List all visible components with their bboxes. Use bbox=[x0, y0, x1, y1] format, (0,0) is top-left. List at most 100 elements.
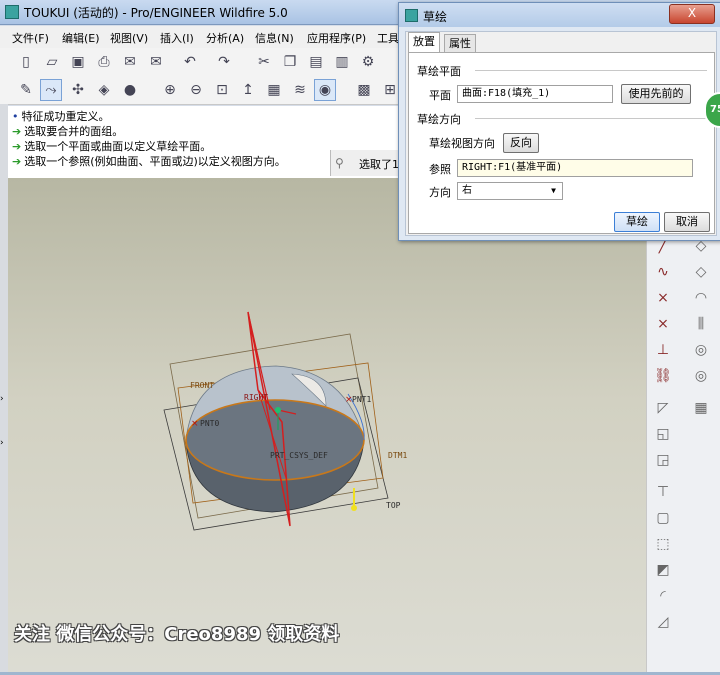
filter-icon: ⚲ bbox=[335, 156, 344, 170]
reference-field[interactable]: RIGHT:F1(基准平面) bbox=[457, 159, 693, 177]
expand-arrow-icon-2[interactable]: › bbox=[0, 438, 4, 448]
message-line: ➔ 选取一个参照(例如曲面、平面或边)以定义视图方向。 bbox=[12, 153, 286, 169]
regenerate-icon[interactable]: ⚙ bbox=[358, 52, 378, 72]
rib-icon[interactable]: ⊤ bbox=[653, 484, 673, 500]
cancel-button[interactable]: 取消 bbox=[664, 212, 710, 232]
shell-icon[interactable]: ▢ bbox=[653, 510, 673, 526]
label-pnt0: PNT0 bbox=[200, 419, 219, 428]
draft-icon[interactable]: ◸ bbox=[653, 400, 673, 416]
redo-icon[interactable]: ↷ bbox=[214, 52, 234, 72]
dialog-body: 放置 属性 草绘平面 平面 曲面:F18(填充_1) 使用先前的 草绘方向 草绘… bbox=[405, 31, 717, 236]
undo-icon[interactable]: ↶ bbox=[180, 52, 200, 72]
sketch-tool-icon[interactable]: ✎ bbox=[16, 80, 36, 100]
csys-tool-icon[interactable]: ⊥ bbox=[653, 342, 673, 358]
layers-icon[interactable]: ≋ bbox=[290, 80, 310, 100]
flip-button[interactable]: 反向 bbox=[503, 133, 539, 153]
zoom-out-icon[interactable]: ⊖ bbox=[186, 80, 206, 100]
divider bbox=[475, 118, 707, 119]
info-dot-icon: • bbox=[12, 110, 19, 123]
paste-special-icon[interactable]: ▥ bbox=[332, 52, 352, 72]
message-line: • 特征成功重定义。 bbox=[12, 108, 110, 124]
orientation-label: 方向 bbox=[429, 186, 451, 199]
saved-views-icon[interactable]: ▦ bbox=[264, 80, 284, 100]
datum-curve-icon[interactable]: ◇ bbox=[691, 264, 711, 280]
grid-icon[interactable]: ▦ bbox=[691, 400, 711, 416]
orientation-select[interactable]: 右 ▼ bbox=[457, 182, 563, 200]
orientation-value: 右 bbox=[462, 185, 472, 196]
spin-center-icon[interactable]: ✣ bbox=[68, 80, 88, 100]
menu-applications[interactable]: 应用程序(P) bbox=[307, 30, 366, 46]
label-top: TOP bbox=[386, 501, 401, 510]
selection-filter-icon[interactable]: ⤳ bbox=[40, 79, 62, 101]
blend-icon[interactable]: ◿ bbox=[653, 614, 673, 630]
round-icon[interactable]: ◱ bbox=[653, 426, 673, 442]
dialog-title-bar[interactable]: 草绘 X bbox=[399, 3, 720, 27]
menu-view[interactable]: 视图(V) bbox=[110, 30, 148, 46]
selected-count: 选取了1 bbox=[359, 158, 399, 171]
shading-icon[interactable]: ● bbox=[120, 80, 140, 100]
datum-display-icon[interactable]: ⊞ bbox=[380, 80, 400, 100]
message-text: 选取要合并的面组。 bbox=[24, 125, 124, 138]
rotate-plane-icon[interactable]: ◠ bbox=[691, 290, 711, 306]
graphics-viewport[interactable]: × × FRONT RIGHT PNT1 PNT0 PRT_CSYS_DEF D… bbox=[8, 178, 646, 672]
save-icon[interactable]: ▣ bbox=[68, 52, 88, 72]
group-icon[interactable]: ◎ bbox=[691, 368, 711, 384]
new-icon[interactable]: ▯ bbox=[16, 52, 36, 72]
plane-label: 平面 bbox=[429, 89, 451, 102]
view-direction-label: 草绘视图方向 bbox=[429, 137, 495, 150]
menu-insert[interactable]: 插入(I) bbox=[160, 30, 194, 46]
sweep-icon[interactable]: ◜ bbox=[653, 588, 673, 604]
open-icon[interactable]: ▱ bbox=[42, 52, 62, 72]
mail-attach-icon[interactable]: ✉ bbox=[146, 52, 166, 72]
label-csys: PRT_CSYS_DEF bbox=[270, 451, 328, 460]
menu-info[interactable]: 信息(N) bbox=[255, 30, 294, 46]
chamfer-icon[interactable]: ◲ bbox=[653, 452, 673, 468]
offset-point-icon[interactable]: ⨯ bbox=[653, 316, 673, 332]
tab-placement[interactable]: 放置 bbox=[408, 32, 440, 53]
menu-file[interactable]: 文件(F) bbox=[12, 30, 49, 46]
point-tool-icon[interactable]: × bbox=[653, 290, 673, 306]
reorient-icon[interactable]: ↥ bbox=[238, 80, 258, 100]
pattern-icon[interactable]: ◎ bbox=[691, 342, 711, 358]
close-button[interactable]: X bbox=[669, 4, 715, 24]
display-style-icon[interactable]: ◉ bbox=[314, 79, 336, 101]
menu-edit[interactable]: 编辑(E) bbox=[62, 30, 100, 46]
tab-properties[interactable]: 属性 bbox=[444, 34, 476, 53]
print-icon[interactable]: ⎙ bbox=[94, 52, 114, 72]
svg-text:×: × bbox=[191, 419, 199, 429]
extrude-icon[interactable]: ⬚ bbox=[653, 536, 673, 552]
plane-field[interactable]: 曲面:F18(填充_1) bbox=[457, 85, 613, 103]
email-icon[interactable]: ✉ bbox=[120, 52, 140, 72]
copy-icon[interactable]: ❐ bbox=[280, 52, 300, 72]
refit-icon[interactable]: ⊡ bbox=[212, 80, 232, 100]
label-front: FRONT bbox=[190, 381, 214, 390]
model-tree-icon[interactable]: ▩ bbox=[354, 80, 374, 100]
curve-tool-icon[interactable]: ∿ bbox=[653, 264, 673, 280]
chain-tool-icon[interactable]: ⛓ bbox=[653, 368, 673, 384]
sketch-ok-button[interactable]: 草绘 bbox=[614, 212, 660, 232]
zoom-in-icon[interactable]: ⊕ bbox=[160, 80, 180, 100]
menu-analysis[interactable]: 分析(A) bbox=[206, 30, 244, 46]
label-pnt1: PNT1 bbox=[352, 395, 371, 404]
orient-icon[interactable]: ◈ bbox=[94, 80, 114, 100]
model-geometry[interactable]: × × FRONT RIGHT PNT1 PNT0 PRT_CSYS_DEF D… bbox=[8, 178, 646, 672]
revolve-icon[interactable]: ◩ bbox=[653, 562, 673, 578]
placement-panel: 草绘平面 平面 曲面:F18(填充_1) 使用先前的 草绘方向 草绘视图方向 反… bbox=[408, 52, 715, 234]
cut-icon[interactable]: ✂ bbox=[254, 52, 274, 72]
section-orientation: 草绘方向 bbox=[417, 113, 461, 126]
section-sketch-plane: 草绘平面 bbox=[417, 65, 461, 78]
app-icon bbox=[5, 5, 19, 19]
chevron-down-icon: ▼ bbox=[551, 186, 556, 195]
expand-arrow-icon[interactable]: › bbox=[0, 394, 4, 404]
selection-status: ⚲ 选取了1 bbox=[330, 150, 401, 176]
feature-toolbar-right: ╱ ◇ ∿ ◇ × ◠ ⨯ ⫼ ⊥ ◎ ⛓ ◎ ◸ ▦ ◱ ◲ ⊤ ▢ ⬚ ◩ … bbox=[646, 230, 720, 672]
reference-label: 参照 bbox=[429, 163, 451, 176]
use-previous-button[interactable]: 使用先前的 bbox=[621, 84, 691, 104]
label-dtm1: DTM1 bbox=[388, 451, 407, 460]
paste-icon[interactable]: ▤ bbox=[306, 52, 326, 72]
menu-tools[interactable]: 工具 bbox=[377, 30, 399, 46]
prompt-arrow-icon: ➔ bbox=[12, 155, 22, 168]
dialog-title: 草绘 bbox=[423, 10, 448, 24]
window-title: TOUKUI (活动的) - Pro/ENGINEER Wildfire 5.0 bbox=[24, 6, 288, 20]
mirror-icon[interactable]: ⫼ bbox=[691, 316, 711, 332]
